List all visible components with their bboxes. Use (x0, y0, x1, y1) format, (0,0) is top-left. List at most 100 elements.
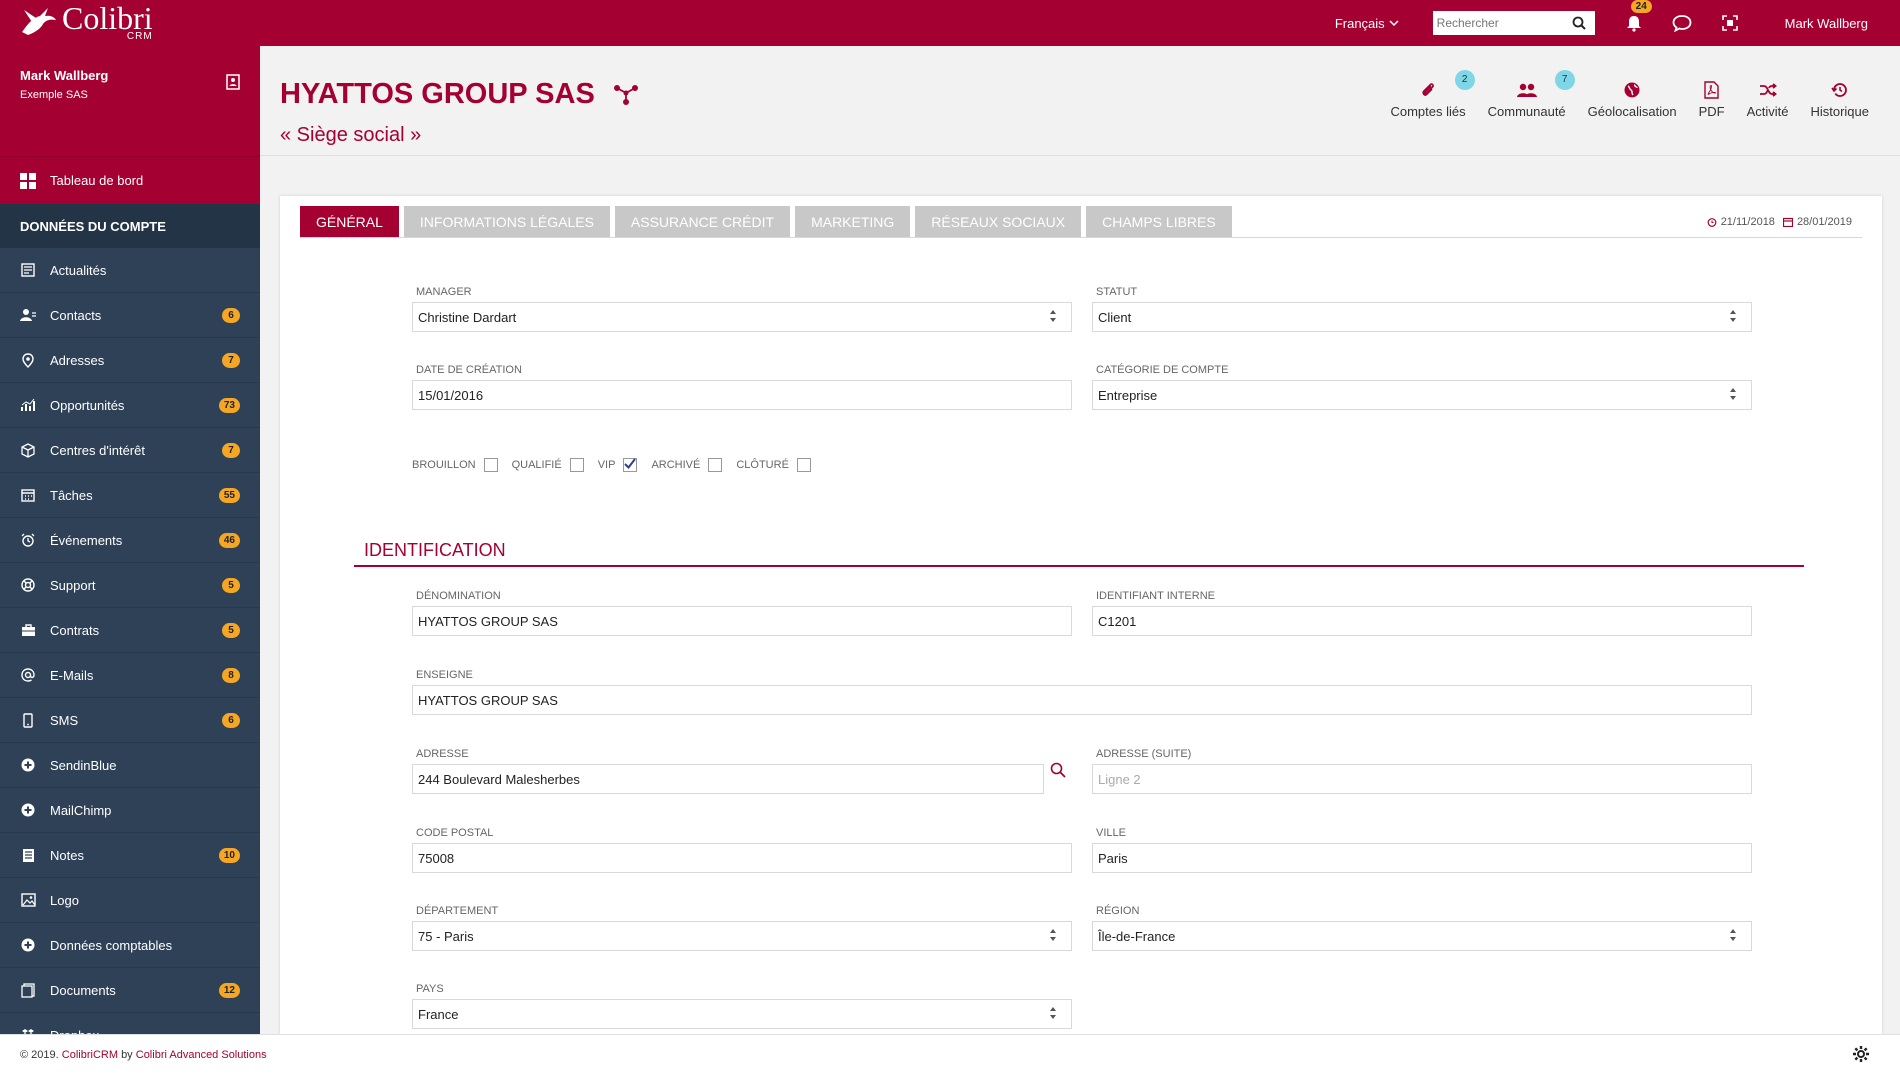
flag-checkbox[interactable] (796, 458, 811, 472)
fullscreen-button[interactable] (1717, 10, 1743, 36)
sidebar-item-opportunit-s[interactable]: Opportunités 73 (0, 383, 260, 428)
footer-company-link[interactable]: Colibri Advanced Solutions (136, 1049, 267, 1061)
created-date: 21/11/2018 (1720, 216, 1775, 228)
sidebar-user-name: Mark Wallberg (20, 68, 109, 83)
sidebar-item-label: Tâches (50, 487, 93, 503)
footer-by: by (121, 1048, 133, 1061)
sidebar-item-sendinblue[interactable]: SendinBlue (0, 743, 260, 788)
action-count-badge: 7 (1554, 70, 1575, 90)
tab-0[interactable]: GÉNÉRAL (300, 206, 399, 237)
sidebar-company: Exemple SAS (20, 89, 88, 101)
adresse-label: ADRESSE (416, 748, 469, 760)
tab-3[interactable]: MARKETING (795, 206, 911, 237)
adresse-input[interactable]: 244 Boulevard Malesherbes (412, 764, 1044, 794)
history-icon (1810, 76, 1869, 104)
manager-label: MANAGER (416, 286, 472, 298)
action-pdf-button[interactable]: PDF (1688, 76, 1736, 119)
code-postal-label: CODE POSTAL (416, 827, 494, 839)
identifiant-input[interactable]: C1201 (1092, 606, 1752, 636)
footer-product-link[interactable]: ColibriCRM (62, 1049, 118, 1061)
adresse-suite-field: ADRESSE (SUITE) Ligne 2 (1092, 748, 1752, 794)
tab-4[interactable]: RÉSEAUX SOCIAUX (915, 206, 1082, 237)
sidebar-item-notes[interactable]: Notes 10 (0, 833, 260, 878)
updated-date: 28/01/2019 (1796, 216, 1852, 228)
sidebar-item-contrats[interactable]: Contrats 5 (0, 608, 260, 653)
user-menu[interactable]: Mark Wallberg (1785, 16, 1868, 31)
alarm-clock-icon (1707, 218, 1717, 227)
language-selector[interactable]: Français (1335, 16, 1399, 31)
manager-select[interactable]: Christine Dardart (412, 302, 1072, 332)
categorie-select[interactable]: Entreprise (1092, 380, 1752, 410)
sidebar-item-e-mails[interactable]: E-Mails 8 (0, 653, 260, 698)
select-arrows-icon (1049, 309, 1057, 326)
flag-checkbox[interactable] (708, 458, 723, 472)
plus-circle-icon (20, 937, 36, 953)
sidebar-item-count: 6 (222, 712, 240, 728)
departement-select[interactable]: 75 - Paris (412, 921, 1072, 951)
sidebar-item-contacts[interactable]: Contacts 6 (0, 293, 260, 338)
chart-icon (20, 397, 36, 413)
record-dates: 21/11/2018 28/01/2019 (1707, 216, 1852, 228)
settings-gear-icon[interactable] (1852, 1045, 1870, 1066)
statut-select[interactable]: Client (1092, 302, 1752, 332)
sidebar-item-documents[interactable]: Documents 12 (0, 968, 260, 1013)
sidebar-item-t-ches[interactable]: Tâches 55 (0, 473, 260, 518)
sidebar-item-support[interactable]: Support 5 (0, 563, 260, 608)
flag-checkbox[interactable] (483, 458, 498, 472)
action-count-badge: 2 (1454, 70, 1475, 90)
notifications-button[interactable]: 24 (1621, 0, 1652, 36)
account-card: GÉNÉRAL INFORMATIONS LÉGALES ASSURANCE CRÉ… (280, 196, 1882, 1034)
sidebar-item-sms[interactable]: SMS 6 (0, 698, 260, 743)
action-paperclip-button[interactable]: 2 Comptes liés (1379, 70, 1476, 119)
date-creation-input[interactable]: 15/01/2016 (412, 380, 1072, 410)
sidebar-item-dropbox[interactable]: Dropbox (0, 1013, 260, 1034)
tab-1[interactable]: INFORMATIONS LÉGALES (403, 206, 610, 237)
sidebar-item-label: Adresses (50, 352, 105, 368)
tab-2[interactable]: ASSURANCE CRÉDIT (614, 206, 791, 237)
departement-label: DÉPARTEMENT (416, 905, 499, 917)
app-logo[interactable]: Colibri CRM (18, 2, 153, 42)
select-arrows-icon (1049, 1006, 1057, 1023)
sidebar-item-adresses[interactable]: Adresses 7 (0, 338, 260, 383)
sidebar-item-logo[interactable]: Logo (0, 878, 260, 923)
pays-select[interactable]: France (412, 999, 1072, 1029)
identifiant-value: C1201 (1098, 613, 1137, 629)
action-globe-button[interactable]: Géolocalisation (1577, 76, 1688, 119)
pays-value: France (418, 1006, 459, 1022)
identification-heading: IDENTIFICATION (354, 540, 1804, 567)
hierarchy-icon[interactable] (613, 84, 639, 106)
enseigne-input[interactable]: HYATTOS GROUP SAS (412, 685, 1752, 715)
action-users-button[interactable]: 7 Communauté (1477, 70, 1577, 119)
search-input[interactable] (1432, 12, 1568, 34)
sidebar-item-actualit-s[interactable]: Actualités (0, 248, 260, 293)
denomination-input[interactable]: HYATTOS GROUP SAS (412, 606, 1072, 636)
search-icon[interactable] (1568, 12, 1590, 34)
sidebar-item-mailchimp[interactable]: MailChimp (0, 788, 260, 833)
sidebar-item-label: Données comptables (50, 937, 173, 953)
sidebar-item--v-nements[interactable]: Événements 46 (0, 518, 260, 563)
chat-button[interactable] (1669, 10, 1695, 36)
flag-checkbox[interactable] (623, 458, 638, 472)
action-history-button[interactable]: Historique (1799, 76, 1880, 119)
sidebar-menu: Actualités Contacts 6 Adresses 7 Opportunités… (0, 248, 260, 1034)
identifiant-label: IDENTIFIANT INTERNE (1096, 590, 1215, 602)
sidebar-item-centres-d-int-r-t[interactable]: Centres d'intérêt 7 (0, 428, 260, 473)
action-shuffle-button[interactable]: Activité (1736, 76, 1800, 119)
contact-card-icon[interactable] (226, 74, 240, 93)
region-select[interactable]: Île-de-France (1092, 921, 1752, 951)
tab-5[interactable]: CHAMPS LIBRES (1086, 206, 1232, 237)
code-postal-input[interactable]: 75008 (412, 843, 1072, 873)
ville-input[interactable]: Paris (1092, 843, 1752, 873)
sidebar-item-donn-es-comptables[interactable]: Données comptables (0, 923, 260, 968)
sidebar-item-dashboard[interactable]: Tableau de bord (0, 156, 260, 204)
statut-field: STATUT Client (1092, 286, 1752, 332)
mobile-icon (20, 712, 36, 728)
at-icon (20, 667, 36, 683)
adresse-suite-input[interactable]: Ligne 2 (1092, 764, 1752, 794)
sidebar-item-label: Logo (50, 892, 79, 908)
flag-checkbox[interactable] (569, 458, 584, 472)
address-search-icon[interactable] (1050, 762, 1066, 781)
documents-icon (20, 982, 36, 998)
calendar-icon (20, 487, 36, 503)
notifications-badge: 24 (1630, 0, 1652, 13)
